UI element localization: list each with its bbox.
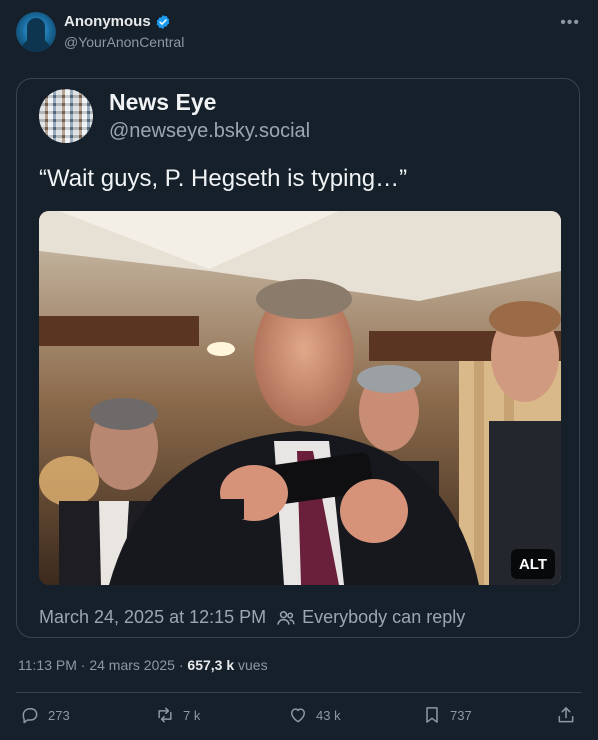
action-bar: 273 7 k 43 k 737 [20,705,582,729]
post-meta: 11:13 PM · 24 mars 2025 · 657,3 k vues [18,657,268,673]
quoted-footer: March 24, 2025 at 12:15 PM Everybody can… [39,607,465,628]
people-icon [277,610,295,625]
quoted-text: “Wait guys, P. Hegseth is typing…” [39,165,408,192]
reply-setting: Everybody can reply [276,607,465,628]
share-icon [558,707,574,723]
reply-button[interactable]: 273 [20,705,70,725]
bookmark-count: 737 [450,707,472,723]
repost-count: 7 k [183,707,201,723]
like-count: 43 k [316,707,341,723]
quoted-photo[interactable]: ALT [39,211,561,585]
bookmark-button[interactable]: 737 [422,705,472,725]
repost-button[interactable]: 7 k [155,705,200,725]
post-date[interactable]: 24 mars 2025 [89,657,175,673]
quoted-avatar[interactable] [39,89,93,143]
verified-badge-icon [156,14,170,29]
views-label: vues [238,657,268,673]
alt-badge[interactable]: ALT [511,549,555,579]
repost-icon [158,707,172,723]
post-time[interactable]: 11:13 PM [18,657,77,673]
reply-count: 273 [48,707,70,723]
quoted-date: March 24, 2025 at 12:15 PM [39,607,267,627]
bookmark-icon [426,707,438,723]
quoted-handle: @newseye.bsky.social [109,120,311,142]
meta-separator: · [80,657,86,673]
author-name-row: Anonymous [64,13,171,30]
reply-setting-label: Everybody can reply [302,607,466,627]
author-display-name[interactable]: Anonymous [64,13,151,30]
share-button[interactable] [556,705,576,725]
more-icon[interactable]: ••• [560,14,580,32]
reply-icon [22,708,38,724]
quoted-name: News Eye [109,89,217,115]
like-icon [291,708,305,723]
tweet-header: Anonymous @YourAnonCentral ••• [16,12,582,56]
meta-separator-2: · [178,657,184,673]
author-avatar[interactable] [16,12,56,52]
author-handle[interactable]: @YourAnonCentral [64,34,184,50]
quoted-post-card[interactable]: News Eye @newseye.bsky.social “Wait guys… [16,78,580,638]
views-count[interactable]: 657,3 k [187,657,234,673]
divider [16,692,582,693]
like-button[interactable]: 43 k [288,705,341,725]
